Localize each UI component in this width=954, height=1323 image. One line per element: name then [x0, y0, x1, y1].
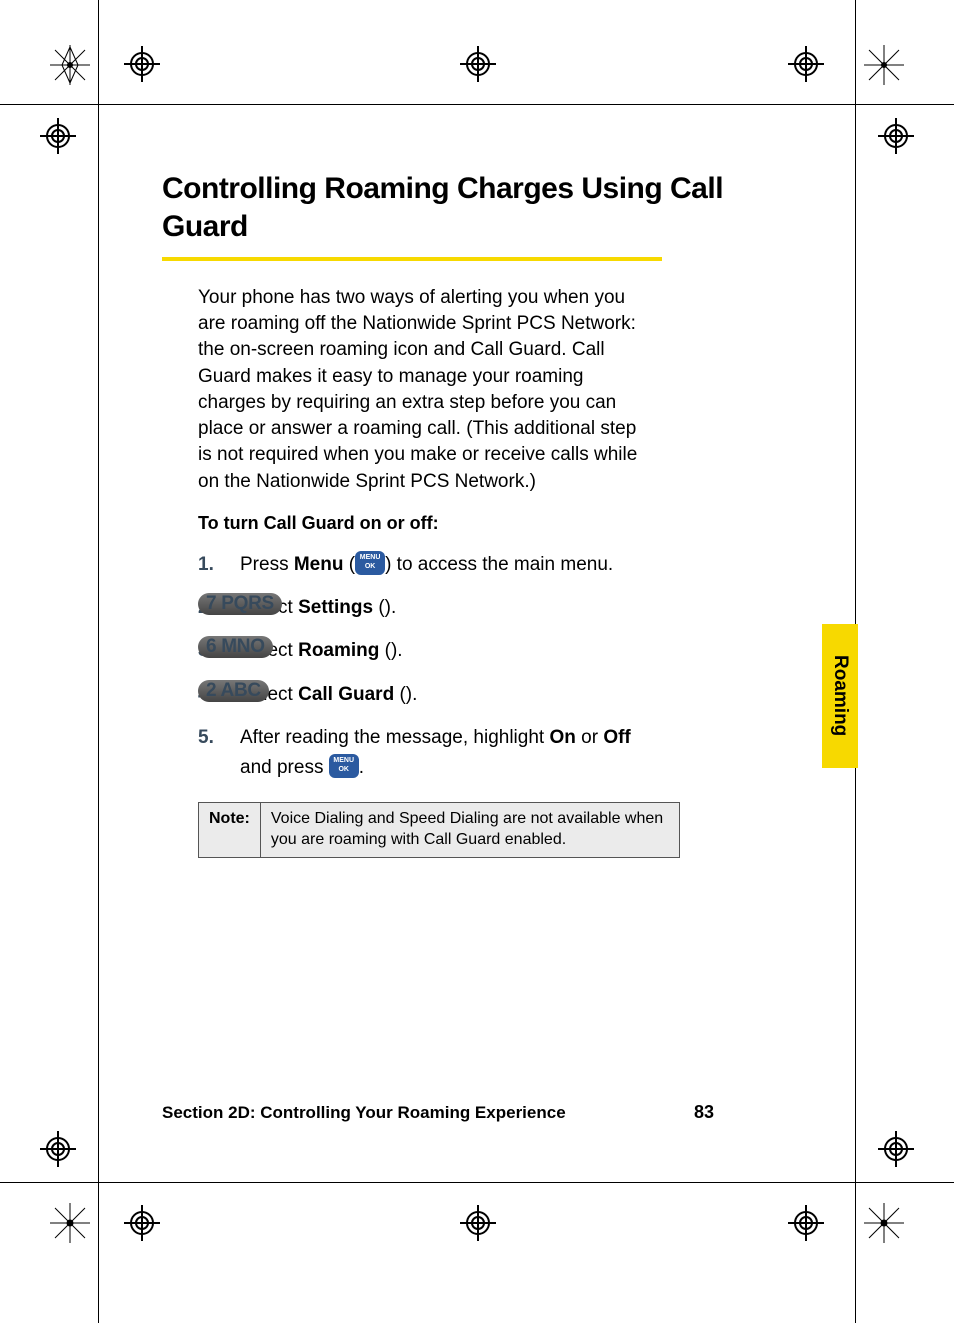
registration-mark-icon [124, 1205, 160, 1241]
key-7-icon: 7 PQRS [198, 593, 282, 615]
subheading: To turn Call Guard on or off: [198, 511, 792, 536]
crop-line-top [0, 104, 954, 105]
step-2: 2. Select Settings (7 PQRS). [198, 593, 643, 622]
page-content: Controlling Roaming Charges Using Call G… [162, 170, 792, 858]
step-1: 1. Press Menu (MENUOK) to access the mai… [198, 550, 643, 579]
page-number: 83 [694, 1102, 714, 1123]
note-box: Note: Voice Dialing and Speed Dialing ar… [198, 802, 680, 858]
heading-rule [162, 257, 662, 261]
section-tab: Roaming [822, 624, 858, 768]
step-list: 1. Press Menu (MENUOK) to access the mai… [198, 550, 643, 783]
menu-ok-key-icon: MENUOK [329, 754, 359, 778]
step-number: 5. [198, 723, 214, 752]
starburst-icon [864, 1203, 904, 1243]
registration-mark-icon [124, 46, 160, 82]
menu-ok-key-icon: MENUOK [355, 551, 385, 575]
registration-mark-icon [788, 1205, 824, 1241]
note-text: Voice Dialing and Speed Dialing are not … [261, 803, 679, 857]
intro-paragraph: Your phone has two ways of alerting you … [198, 285, 643, 495]
page-title: Controlling Roaming Charges Using Call G… [162, 170, 792, 245]
step-4: 4. Select Call Guard (2 ABC). [198, 680, 643, 709]
registration-mark-icon [878, 118, 914, 154]
key-6-icon: 6 MNO [198, 636, 273, 658]
step-5: 5. After reading the message, highlight … [198, 723, 643, 782]
starburst-icon [50, 1203, 90, 1243]
step-number: 1. [198, 550, 214, 579]
starburst-icon [864, 45, 904, 85]
registration-mark-icon [878, 1131, 914, 1167]
key-2-icon: 2 ABC [198, 680, 269, 702]
registration-mark-icon [40, 1131, 76, 1167]
crop-line-bottom [0, 1182, 954, 1183]
footer-section-title: Section 2D: Controlling Your Roaming Exp… [162, 1103, 702, 1123]
registration-mark-icon [40, 118, 76, 154]
note-label: Note: [199, 803, 261, 857]
registration-mark-icon [460, 1205, 496, 1241]
step-3: 3. Select Roaming (6 MNO). [198, 636, 643, 665]
crop-line-left [98, 0, 99, 1323]
registration-mark-icon [460, 46, 496, 82]
starburst-icon [50, 45, 90, 85]
registration-mark-icon [788, 46, 824, 82]
